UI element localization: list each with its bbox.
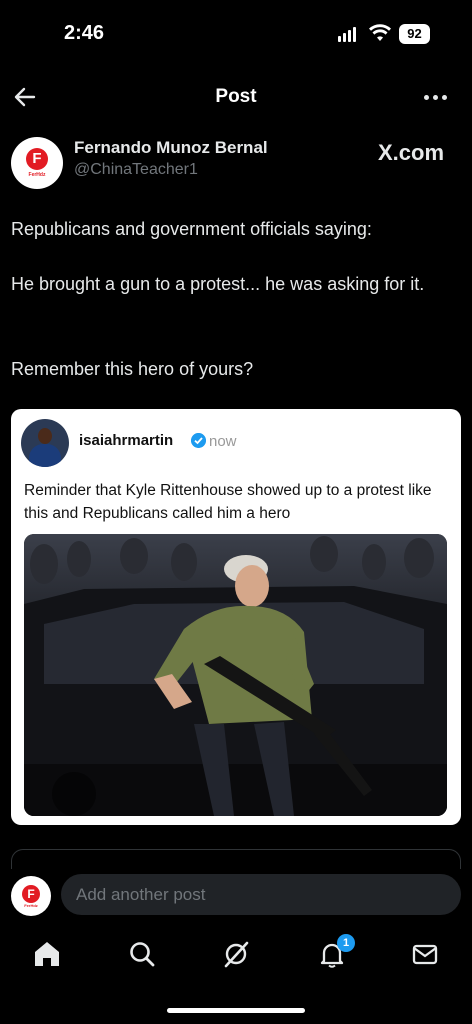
embedded-post-text: Reminder that Kyle Rittenhouse showed up… (24, 482, 432, 522)
embedded-post-card[interactable]: isaiahrmartin now Reminder that Kyle Rit… (11, 409, 461, 825)
next-post-outline (11, 849, 461, 869)
avatar-logo-sub: FerHdz (24, 902, 38, 908)
embedded-username: isaiahrmartin (79, 432, 174, 449)
post-paragraph: Remember this hero of yours? (11, 359, 254, 379)
embedded-avatar (21, 419, 69, 467)
post-paragraph: Republicans and government officials say… (11, 219, 372, 239)
author-name[interactable]: Fernando Munoz Bernal (74, 138, 268, 158)
avatar-logo-sub: FerHdz (28, 172, 46, 178)
author-avatar[interactable]: F FerHdz (11, 137, 63, 189)
reply-input[interactable] (61, 874, 461, 915)
battery-indicator: 92 (399, 24, 430, 44)
avatar-logo-letter: F (22, 884, 40, 903)
bottom-tab-bar (0, 930, 472, 980)
status-bar: 2:46 92 (0, 0, 472, 70)
embedded-timestamp: now (209, 433, 237, 450)
verified-icon (191, 433, 206, 448)
post-header: Post (0, 78, 472, 118)
more-icon[interactable] (424, 95, 447, 100)
status-time: 2:46 (64, 22, 105, 44)
notification-badge: 1 (337, 934, 355, 952)
protest-photo[interactable] (24, 534, 447, 816)
author-handle[interactable]: @ChinaTeacher1 (74, 161, 198, 179)
messages-icon[interactable] (409, 938, 441, 970)
cellular-signal-icon (338, 27, 356, 42)
wifi-icon (369, 24, 391, 41)
user-avatar[interactable]: F FerHdz (11, 876, 51, 916)
grok-icon[interactable] (220, 938, 252, 970)
page-title: Post (215, 86, 257, 107)
avatar-logo-letter: F (26, 148, 48, 170)
post-paragraph: He brought a gun to a protest... he was … (11, 274, 425, 294)
home-indicator[interactable] (167, 1008, 305, 1013)
source-label: X.com (378, 140, 445, 165)
search-icon[interactable] (126, 938, 158, 970)
home-icon[interactable] (31, 938, 63, 970)
